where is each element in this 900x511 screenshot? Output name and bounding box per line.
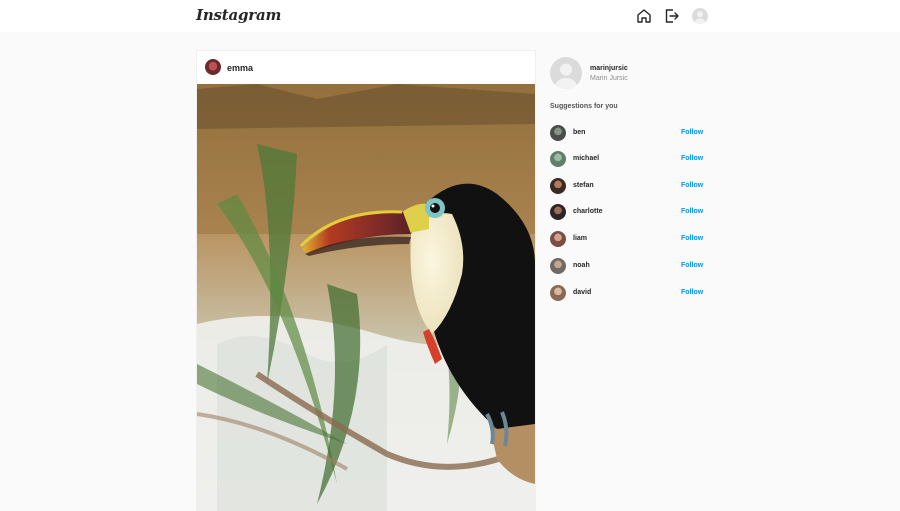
follow-button[interactable]: Follow bbox=[681, 289, 703, 296]
suggestion-item: charlotte Follow bbox=[550, 204, 703, 220]
post-image[interactable] bbox=[197, 84, 535, 511]
follow-button[interactable]: Follow bbox=[681, 129, 703, 136]
suggestion-username[interactable]: michael bbox=[573, 155, 599, 162]
suggestion-item: liam Follow bbox=[550, 231, 703, 247]
post-card: emma bbox=[196, 50, 536, 511]
avatar[interactable] bbox=[692, 8, 708, 24]
suggestion-item: ben Follow bbox=[550, 125, 703, 141]
suggestion-avatar[interactable] bbox=[550, 285, 566, 301]
profile-username[interactable]: marinjursic bbox=[590, 65, 628, 72]
suggestion-avatar[interactable] bbox=[550, 178, 566, 194]
suggestion-username[interactable]: ben bbox=[573, 129, 585, 136]
suggestion-username[interactable]: david bbox=[573, 289, 591, 296]
follow-button[interactable]: Follow bbox=[681, 208, 703, 215]
follow-button[interactable]: Follow bbox=[681, 262, 703, 269]
suggestion-item: noah Follow bbox=[550, 258, 703, 274]
follow-button[interactable]: Follow bbox=[681, 182, 703, 189]
suggestion-username[interactable]: stefan bbox=[573, 182, 594, 189]
suggestion-avatar[interactable] bbox=[550, 125, 566, 141]
top-navigation-bar: Instagram bbox=[0, 0, 900, 32]
post-header: emma bbox=[197, 51, 535, 84]
suggestion-item: michael Follow bbox=[550, 151, 703, 167]
suggestion-item: stefan Follow bbox=[550, 178, 703, 194]
suggestion-avatar[interactable] bbox=[550, 204, 566, 220]
post-author-username[interactable]: emma bbox=[227, 63, 253, 73]
profile-avatar[interactable] bbox=[550, 57, 582, 89]
default-avatar-icon bbox=[694, 11, 706, 24]
suggestion-avatar[interactable] bbox=[550, 151, 566, 167]
home-icon[interactable] bbox=[636, 8, 652, 24]
instagram-logo[interactable]: Instagram bbox=[196, 6, 281, 24]
post-author-avatar[interactable] bbox=[205, 59, 221, 75]
follow-button[interactable]: Follow bbox=[681, 155, 703, 162]
default-avatar-icon bbox=[555, 63, 577, 89]
suggestion-username[interactable]: liam bbox=[573, 235, 587, 242]
suggestion-username[interactable]: noah bbox=[573, 262, 590, 269]
toucan-photo bbox=[197, 84, 535, 511]
suggestion-avatar[interactable] bbox=[550, 258, 566, 274]
logout-icon[interactable] bbox=[664, 8, 680, 24]
follow-button[interactable]: Follow bbox=[681, 235, 703, 242]
suggestion-avatar[interactable] bbox=[550, 231, 566, 247]
suggestion-username[interactable]: charlotte bbox=[573, 208, 603, 215]
suggestion-item: david Follow bbox=[550, 285, 703, 301]
suggestions-title: Suggestions for you bbox=[550, 103, 618, 110]
profile-full-name: Marin Jursic bbox=[590, 75, 628, 82]
